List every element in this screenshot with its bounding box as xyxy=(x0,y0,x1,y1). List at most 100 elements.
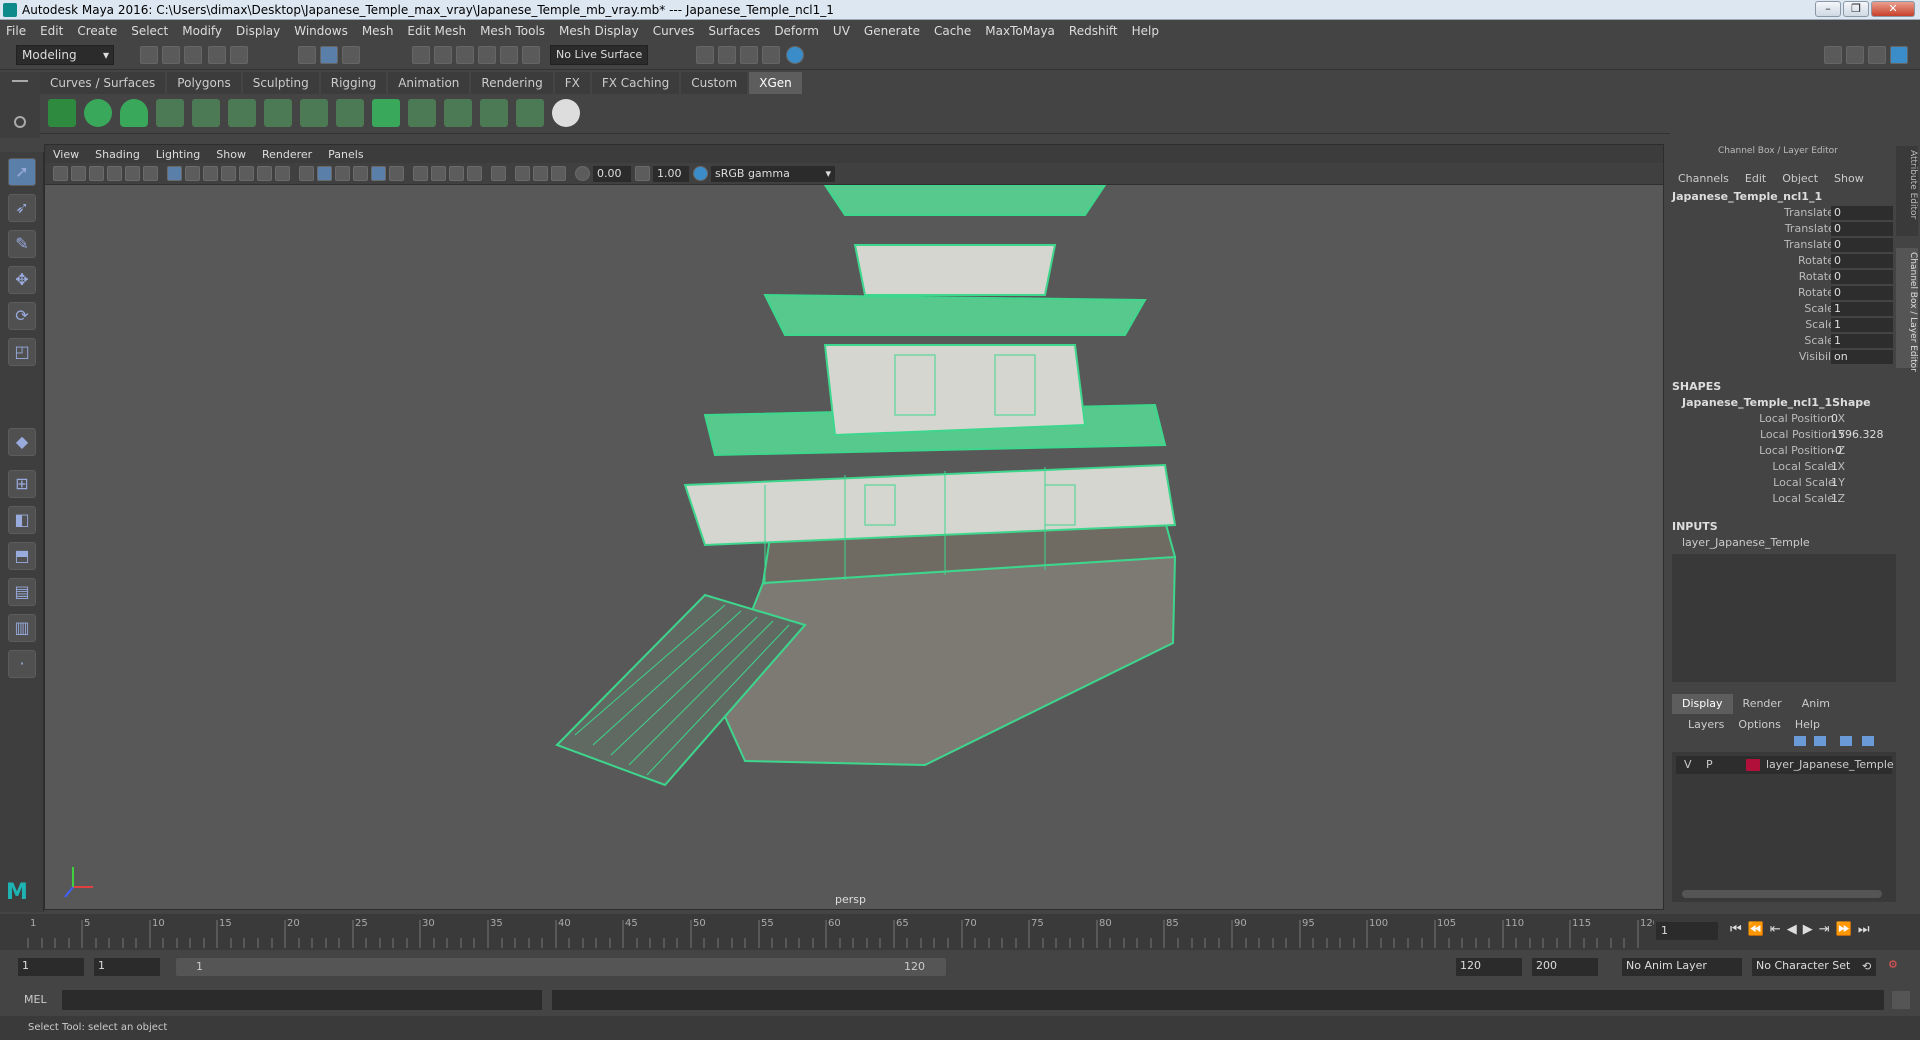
vp-menu-lighting[interactable]: Lighting xyxy=(156,148,200,161)
layer-row[interactable]: V P layer_Japanese_Temple xyxy=(1676,756,1894,774)
layer-move-up-icon[interactable] xyxy=(1794,736,1806,746)
step-forward-key-icon[interactable]: ⇥ xyxy=(1819,922,1830,937)
exposure-field[interactable]: 0.00 xyxy=(593,166,631,182)
maximize-button[interactable]: ❐ xyxy=(1843,1,1869,17)
color-management-icon[interactable] xyxy=(693,166,708,181)
new-layer-selected-icon[interactable] xyxy=(1862,736,1874,746)
grease-pencil-icon[interactable] xyxy=(143,166,158,181)
gamma-field[interactable]: 1.00 xyxy=(653,166,689,182)
menu-cache[interactable]: Cache xyxy=(934,24,971,38)
undo-icon[interactable] xyxy=(208,46,226,64)
menu-generate[interactable]: Generate xyxy=(864,24,920,38)
hypershade-icon[interactable] xyxy=(786,46,804,64)
move-tool-icon[interactable]: ✥ xyxy=(8,266,36,294)
menu-icon[interactable] xyxy=(12,80,28,82)
image-plane-icon[interactable] xyxy=(107,166,122,181)
layers-menu-layers[interactable]: Layers xyxy=(1688,718,1724,731)
delete-guides-icon[interactable] xyxy=(516,99,544,127)
hexagon-icon[interactable] xyxy=(552,99,580,127)
shape-name[interactable]: Japanese_Temple_ncl1_1Shape xyxy=(1682,396,1871,409)
vp-menu-renderer[interactable]: Renderer xyxy=(262,148,312,161)
single-view-icon[interactable]: ◆ xyxy=(8,428,36,456)
workspace-icon[interactable] xyxy=(1890,46,1908,64)
menu-edit[interactable]: Edit xyxy=(40,24,63,38)
flatten-guides-icon[interactable] xyxy=(480,99,508,127)
place-guides-icon[interactable] xyxy=(156,99,184,127)
play-start-field[interactable]: 1 xyxy=(94,958,160,976)
xray-joints-icon[interactable] xyxy=(533,166,548,181)
ambient-occlusion-icon[interactable] xyxy=(431,166,446,181)
menu-help[interactable]: Help xyxy=(1132,24,1159,38)
shape-attr-value[interactable]: 1 xyxy=(1831,492,1838,505)
side-by-side-icon[interactable]: ◧ xyxy=(8,506,36,534)
isolate-select-icon[interactable] xyxy=(491,166,506,181)
resolution-gate-icon[interactable] xyxy=(203,166,218,181)
camera-select-icon[interactable] xyxy=(53,166,68,181)
gear-icon[interactable] xyxy=(14,116,26,128)
stacked-view-icon[interactable]: ⬒ xyxy=(8,542,36,570)
safe-action-icon[interactable] xyxy=(257,166,272,181)
textured-icon[interactable] xyxy=(371,166,386,181)
layers-menu-options[interactable]: Options xyxy=(1738,718,1780,731)
colorspace-dropdown[interactable]: sRGB gamma ▾ xyxy=(711,166,835,182)
paint-select-icon[interactable]: ✎ xyxy=(8,230,36,258)
step-back-icon[interactable]: ⏪ xyxy=(1748,922,1764,937)
minimize-button[interactable]: – xyxy=(1815,1,1841,17)
lock-length-icon[interactable] xyxy=(300,99,328,127)
step-forward-icon[interactable]: ⏩ xyxy=(1836,922,1852,937)
input-node[interactable]: layer_Japanese_Temple xyxy=(1682,536,1810,549)
layer-visibility-toggle[interactable]: V xyxy=(1684,758,1692,771)
menu-select[interactable]: Select xyxy=(131,24,168,38)
cb-menu-edit[interactable]: Edit xyxy=(1745,172,1766,185)
film-gate-icon[interactable] xyxy=(185,166,200,181)
menu-deform[interactable]: Deform xyxy=(774,24,819,38)
time-slider[interactable]: 1 5 10 15 20 25 30 35 40 45 50 55 60 65 70 75 80 85 90 95 10… xyxy=(0,914,1920,950)
snap-curve-icon[interactable] xyxy=(434,46,452,64)
anim-start-field[interactable]: 1 xyxy=(18,958,84,976)
grid-icon[interactable] xyxy=(167,166,182,181)
persp-outliner-icon[interactable]: ▤ xyxy=(8,578,36,606)
groom-icon[interactable] xyxy=(120,99,148,127)
current-frame-field[interactable]: 1 xyxy=(1656,922,1718,940)
field-chart-icon[interactable] xyxy=(239,166,254,181)
menu-curves[interactable]: Curves xyxy=(653,24,695,38)
tab-fx-caching[interactable]: FX Caching xyxy=(591,72,680,94)
guide-bend-icon[interactable] xyxy=(264,99,292,127)
play-forward-icon[interactable]: ▶ xyxy=(1803,922,1813,937)
exposure-icon[interactable] xyxy=(575,166,590,181)
render-view-icon[interactable] xyxy=(696,46,714,64)
attr-value[interactable]: 1 xyxy=(1831,302,1893,316)
anim-layer-dropdown[interactable]: No Anim Layer xyxy=(1622,958,1742,976)
gamma-icon[interactable] xyxy=(635,166,650,181)
ipr-render-icon[interactable] xyxy=(740,46,758,64)
attr-value[interactable]: 0 xyxy=(1831,254,1893,268)
outliner-icon[interactable] xyxy=(1846,46,1864,64)
tool-settings-icon[interactable] xyxy=(1868,46,1886,64)
live-surface-field[interactable]: No Live Surface xyxy=(550,45,648,65)
use-all-lights-icon[interactable] xyxy=(389,166,404,181)
vp-menu-view[interactable]: View xyxy=(53,148,79,161)
temple-model[interactable] xyxy=(555,185,1177,787)
menu-maxtomaya[interactable]: MaxToMaya xyxy=(985,24,1055,38)
cmd-language-label[interactable]: MEL xyxy=(24,993,47,1006)
xgen-editor-icon[interactable] xyxy=(48,99,76,127)
layer-playback-toggle[interactable]: P xyxy=(1706,758,1713,771)
persp-graph-icon[interactable]: ▥ xyxy=(8,614,36,642)
step-back-key-icon[interactable]: ⇤ xyxy=(1770,922,1781,937)
tab-sculpting[interactable]: Sculpting xyxy=(242,72,319,94)
layer-scrollbar[interactable] xyxy=(1682,890,1882,898)
auto-key-icon[interactable]: ⟲ xyxy=(1862,960,1871,973)
lasso-tool-icon[interactable]: ➶ xyxy=(8,194,36,222)
safe-title-icon[interactable] xyxy=(275,166,290,181)
play-end-field[interactable]: 120 xyxy=(1456,958,1522,976)
new-layer-icon[interactable] xyxy=(1840,736,1852,746)
attr-value[interactable]: on xyxy=(1831,350,1893,364)
snap-point-icon[interactable] xyxy=(456,46,474,64)
guide-length-icon[interactable] xyxy=(228,99,256,127)
channel-box-tab[interactable]: Channel Box / Layer Editor xyxy=(1896,248,1918,372)
open-scene-icon[interactable] xyxy=(162,46,180,64)
snap-surface-icon[interactable] xyxy=(500,46,518,64)
tab-custom[interactable]: Custom xyxy=(681,72,748,94)
menu-surfaces[interactable]: Surfaces xyxy=(708,24,760,38)
tab-animation[interactable]: Animation xyxy=(388,72,470,94)
